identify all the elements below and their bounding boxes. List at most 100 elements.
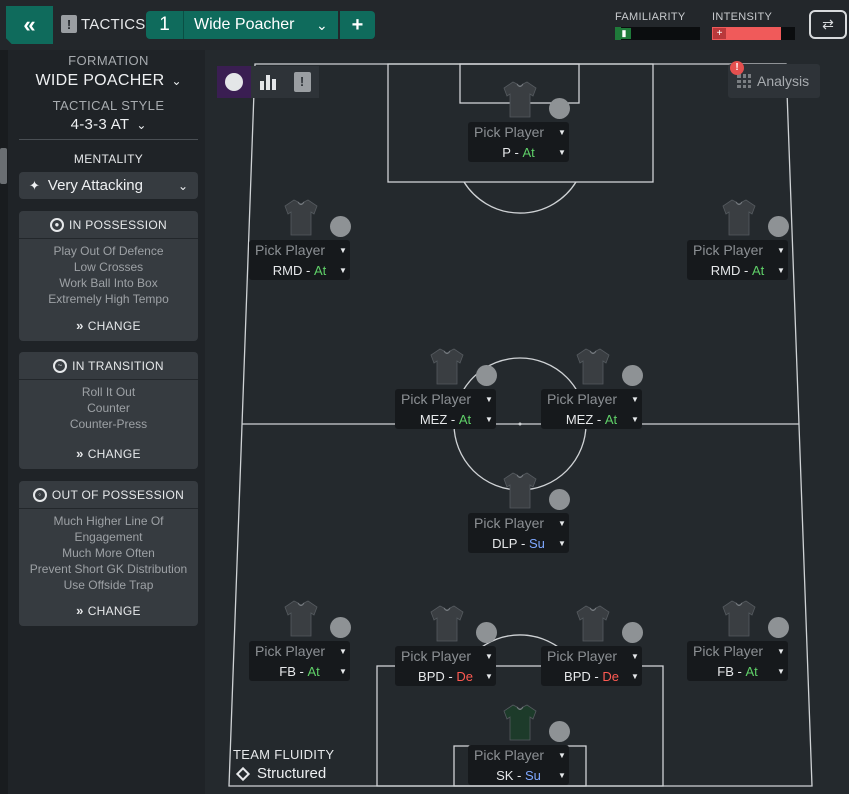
player-shirt-rmdl[interactable] [284,198,318,236]
caret-down-icon: ▼ [339,266,347,275]
pick-player-dropdown[interactable]: Pick Player ▼ [395,389,496,409]
bar-chart-icon [260,75,276,90]
role-dropdown[interactable]: MEZ - At ▼ [541,409,642,429]
duty-label: At [745,663,758,679]
role-dropdown[interactable]: MEZ - At ▼ [395,409,496,429]
pick-player-dropdown[interactable]: Pick Player ▼ [541,389,642,409]
role-dropdown[interactable]: BPD - De ▼ [541,666,642,686]
player-shirt-bpdr[interactable] [576,604,610,642]
exclamation-icon: ! [293,72,311,92]
duty-label: Su [525,767,541,783]
duty-label: At [307,663,320,679]
pick-player-dropdown[interactable]: Pick Player ▼ [541,646,642,666]
player-shirt-fbr[interactable] [722,599,756,637]
condition-dot-icon [476,365,497,386]
player-shirt-mezl[interactable] [430,347,464,385]
caret-down-icon: ▼ [485,394,493,404]
pick-player-dropdown[interactable]: Pick Player ▼ [395,646,496,666]
shirt-icon [503,472,537,509]
shirt-icon [722,600,756,637]
role-separator: - [733,663,746,679]
player-shirt-mezr[interactable] [576,347,610,385]
view-instructions-button[interactable]: ! [285,66,319,98]
pick-player-dropdown[interactable]: Pick Player ▼ [249,240,350,260]
team-fluidity-value[interactable]: Structured [235,765,327,782]
condition-dot-icon [768,617,789,638]
player-slot-mezl: Pick Player ▼ MEZ - At ▼ [395,389,496,429]
pick-player-label: Pick Player [401,648,472,664]
team-fluidity-label: Structured [257,765,327,782]
player-shirt-fbl[interactable] [284,599,318,637]
role-label: BPD [418,668,445,684]
player-slot-dlp: Pick Player ▼ DLP - Su ▼ [468,513,569,553]
role-dropdown[interactable]: RMD - At ▼ [687,260,788,280]
role-dropdown[interactable]: DLP - Su ▼ [468,533,569,553]
player-shirt-bpdl[interactable] [430,604,464,642]
caret-down-icon: ▼ [631,415,639,424]
goalkeeper-shirt-icon [503,704,537,741]
role-dropdown[interactable]: SK - Su ▼ [468,765,569,785]
role-separator: - [444,668,457,684]
grid-icon [737,74,751,88]
role-label: RMD [272,262,303,278]
pick-player-dropdown[interactable]: Pick Player ▼ [468,513,569,533]
role-separator: - [590,668,603,684]
diamond-icon [235,766,251,781]
duty-label: De [456,668,473,684]
pick-player-dropdown[interactable]: Pick Player ▼ [468,122,569,142]
role-separator: - [510,144,523,160]
caret-down-icon: ▼ [631,672,639,681]
player-shirt-sk[interactable] [503,703,537,741]
role-dropdown[interactable]: RMD - At ▼ [249,260,350,280]
pick-player-dropdown[interactable]: Pick Player ▼ [468,745,569,765]
shirt-icon [430,348,464,385]
duty-label: At [751,262,765,278]
duty-label: At [522,144,535,160]
condition-dot-icon [330,216,351,237]
caret-down-icon: ▼ [631,394,639,404]
pick-player-label: Pick Player [547,391,618,407]
condition-dot-icon [549,489,570,510]
pick-player-label: Pick Player [693,242,764,258]
caret-down-icon: ▼ [558,518,566,528]
role-label: DLP [492,535,518,551]
player-slot-sk: Pick Player ▼ SK - Su ▼ [468,745,569,785]
pick-player-label: Pick Player [693,643,764,659]
pick-player-dropdown[interactable]: Pick Player ▼ [687,641,788,661]
player-shirt-dlp[interactable] [503,471,537,509]
pick-player-label: Pick Player [547,648,618,664]
caret-down-icon: ▼ [339,646,347,656]
pick-player-dropdown[interactable]: Pick Player ▼ [249,641,350,661]
condition-dot-icon [622,365,643,386]
player-shirt-p[interactable] [503,80,537,118]
role-dropdown[interactable]: BPD - De ▼ [395,666,496,686]
role-separator: - [302,262,314,278]
duty-label: De [602,668,619,684]
player-slot-bpdr: Pick Player ▼ BPD - De ▼ [541,646,642,686]
view-players-button[interactable] [217,66,251,98]
player-shirt-rmdr[interactable] [722,198,756,236]
caret-down-icon: ▼ [558,771,566,780]
role-label: FB [279,663,296,679]
caret-down-icon: ▼ [558,127,566,137]
duty-label: Su [528,535,545,551]
role-label: P [502,144,511,160]
pick-player-dropdown[interactable]: Pick Player ▼ [687,240,788,260]
duty-label: At [604,411,618,427]
role-dropdown[interactable]: P - At ▼ [468,142,569,162]
shirt-icon [430,605,464,642]
view-toggle-group: ! [217,66,319,98]
caret-down-icon: ▼ [485,415,493,424]
role-label: SK [496,767,514,783]
role-dropdown[interactable]: FB - At ▼ [687,661,788,681]
shirt-icon [576,348,610,385]
duty-label: At [313,262,327,278]
shirt-icon [284,199,318,236]
role-dropdown[interactable]: FB - At ▼ [249,661,350,681]
role-separator: - [513,767,525,783]
caret-down-icon: ▼ [777,646,785,656]
pick-player-label: Pick Player [255,242,326,258]
view-stats-button[interactable] [251,66,285,98]
role-label: RMD [710,262,741,278]
shirt-icon [503,81,537,118]
